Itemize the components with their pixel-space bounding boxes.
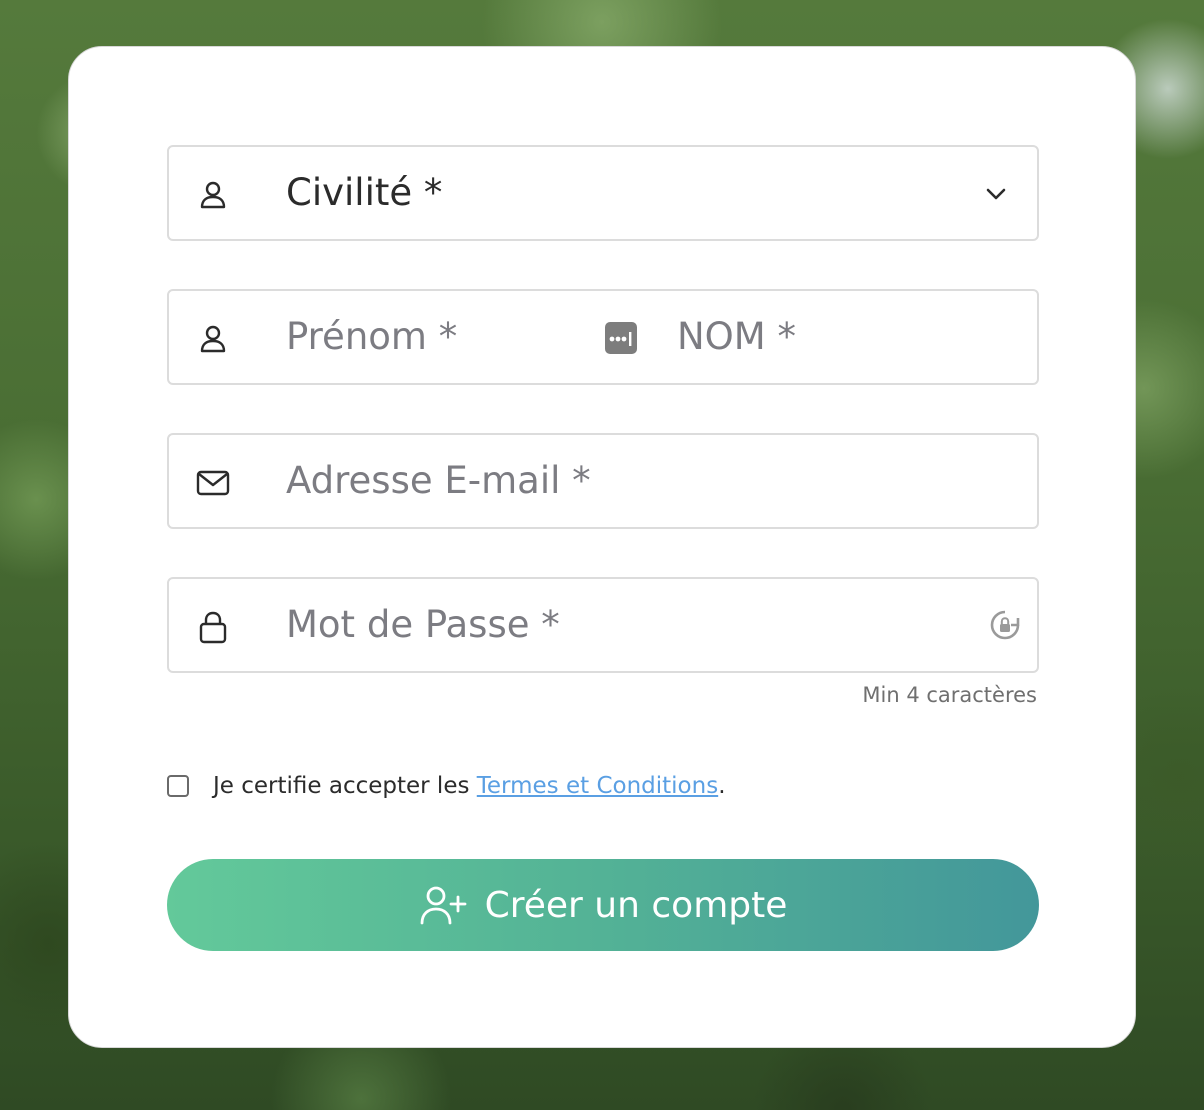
first-name-input[interactable]: Prénom * [286,291,457,383]
user-icon [200,325,226,353]
signup-card: Civilité * Prénom * NOM * Adresse E-mail… [68,46,1136,1048]
terms-link[interactable]: Termes et Conditions [477,773,718,799]
civility-label: Civilité * [286,171,443,214]
password-hint: Min 4 caractères [862,683,1037,707]
lock-icon [199,611,227,644]
terms-checkbox[interactable] [167,775,189,797]
create-account-label: Créer un compte [484,884,788,926]
user-icon [200,181,226,209]
terms-suffix: . [718,773,726,799]
password-placeholder: Mot de Passe * [286,603,560,646]
civility-select[interactable]: Civilité * [167,145,1039,241]
password-dots-icon [605,322,637,354]
terms-prefix: Je certifie accepter les [213,773,477,799]
last-name-input[interactable]: NOM * [677,291,796,383]
mail-icon [196,470,230,496]
password-field[interactable]: Mot de Passe * [167,577,1039,673]
email-placeholder: Adresse E-mail * [286,459,591,502]
email-field[interactable]: Adresse E-mail * [167,433,1039,529]
terms-row: Je certifie accepter les Termes et Condi… [167,769,726,803]
create-account-button[interactable]: Créer un compte [167,859,1039,951]
chevron-down-icon [986,188,1006,200]
password-manager-icon[interactable] [989,609,1021,641]
name-fields: Prénom * NOM * [167,289,1039,385]
user-plus-icon [420,886,467,925]
